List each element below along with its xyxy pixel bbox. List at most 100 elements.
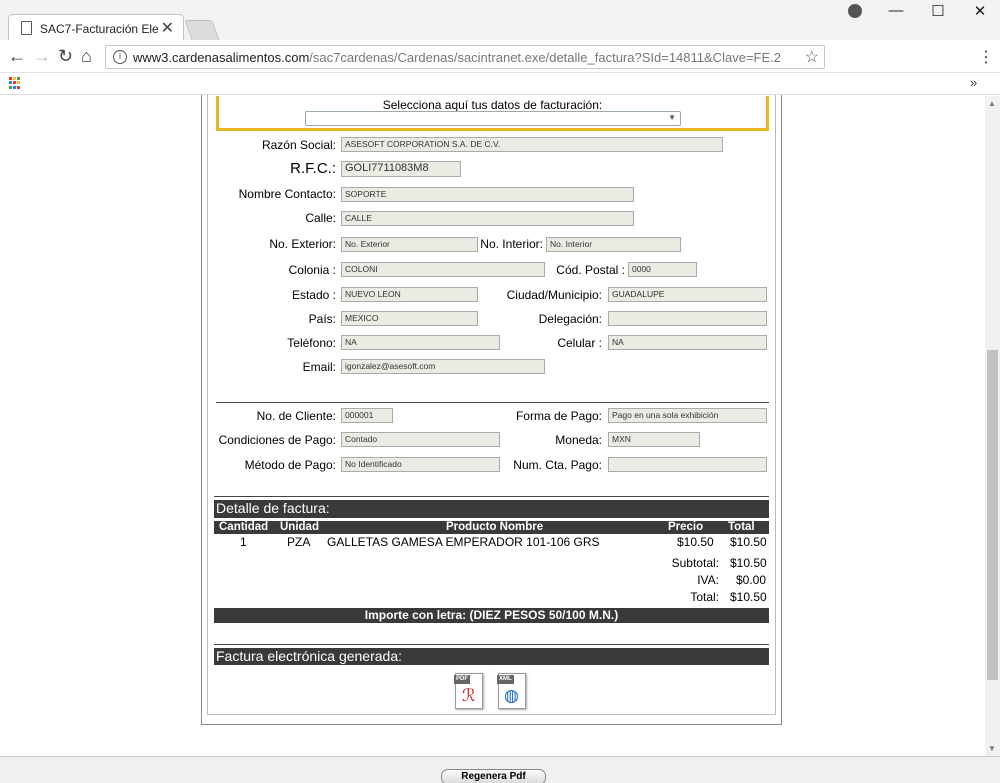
- razon-social-field[interactable]: ASESOFT CORPORATION S.A. DE C.V.: [341, 137, 723, 152]
- pais-label: País:: [308, 312, 336, 326]
- metodo-pago-field[interactable]: No Identificado: [341, 457, 500, 472]
- apps-dot: [17, 85, 20, 89]
- row-total: $10.50: [730, 535, 767, 549]
- forward-icon[interactable]: →: [33, 46, 51, 67]
- pais-field[interactable]: MEXICO: [341, 311, 478, 326]
- address-bar[interactable]: i www3.cardenasalimentos.com/sac7cardena…: [105, 45, 825, 69]
- metodo-pago-label: Método de Pago:: [244, 458, 336, 472]
- celular-field[interactable]: NA: [608, 335, 767, 350]
- total-label: Total:: [690, 590, 719, 604]
- scroll-down-icon[interactable]: ▼: [988, 744, 996, 753]
- forma-pago-field[interactable]: Pago en una sola exhibición: [608, 408, 767, 423]
- no-exterior-label: No. Exterior:: [269, 237, 336, 251]
- info-icon[interactable]: i: [113, 50, 127, 64]
- no-cliente-label: No. de Cliente:: [256, 409, 336, 423]
- bookmarks-overflow-icon[interactable]: »: [970, 75, 977, 90]
- telefono-field[interactable]: NA: [341, 335, 500, 350]
- no-interior-field[interactable]: No. Interior: [546, 237, 681, 252]
- razon-social-label: Razón Social:: [261, 138, 336, 152]
- close-window-button[interactable]: ✕: [960, 2, 1000, 20]
- iva-label: IVA:: [697, 573, 719, 587]
- back-icon[interactable]: ←: [8, 46, 26, 67]
- pdf-download-icon[interactable]: PDF ℛ: [454, 673, 483, 709]
- calle-label: Calle:: [305, 211, 336, 225]
- divider: [216, 402, 769, 403]
- celular-label: Celular :: [557, 336, 602, 350]
- globe-icon: ◍: [504, 686, 519, 705]
- estado-label: Estado :: [291, 288, 336, 302]
- browser-toolbar: ← → ↻ ⌂ i www3.cardenasalimentos.com/sac…: [0, 40, 1000, 73]
- xml-tag: XML: [497, 675, 514, 684]
- scroll-up-icon[interactable]: ▲: [988, 99, 996, 108]
- reload-icon[interactable]: ↻: [58, 46, 73, 67]
- delegacion-field[interactable]: [608, 311, 767, 326]
- apps-dot: [13, 81, 16, 85]
- email-field[interactable]: igonzalez@asesoft.com: [341, 359, 545, 374]
- tab-close-icon[interactable]: ✕: [161, 18, 174, 38]
- bookmarks-bar: »: [0, 73, 1000, 95]
- account-icon[interactable]: [848, 4, 862, 18]
- maximize-button[interactable]: ☐: [918, 2, 958, 20]
- page-scrollbar[interactable]: ▲ ▼: [985, 96, 1000, 756]
- no-exterior-field[interactable]: No. Exterior: [341, 237, 478, 252]
- col-cantidad: Cantidad: [219, 521, 269, 533]
- col-unidad: Unidad: [280, 521, 319, 533]
- col-total: Total: [728, 521, 755, 533]
- no-interior-label: No. Interior:: [480, 237, 543, 251]
- row-producto: GALLETAS GAMESA EMPERADOR 101-106 GRS: [327, 535, 600, 549]
- page-icon: [21, 21, 32, 35]
- footer-bar: Regenera Pdf: [0, 756, 1000, 783]
- url-text: www3.cardenasalimentos.com/sac7cardenas/…: [133, 50, 781, 65]
- row-cantidad: 1: [240, 535, 247, 549]
- divider: [214, 644, 769, 645]
- importe-con-letra: Importe con letra: (DIEZ PESOS 50/100 M.…: [214, 608, 769, 623]
- delegacion-label: Delegación:: [538, 312, 602, 326]
- new-tab-button[interactable]: [184, 20, 220, 40]
- title-bar: SAC7-Facturación Electrónica ✕ — ☐ ✕: [0, 0, 1000, 41]
- moneda-field[interactable]: MXN: [608, 432, 700, 447]
- regenera-pdf-button[interactable]: Regenera Pdf: [441, 769, 546, 783]
- colonia-field[interactable]: COLONI: [341, 262, 545, 277]
- factura-generada-title: Factura electrónica generada:: [214, 648, 769, 665]
- pdf-tag: PDF: [454, 675, 470, 684]
- detalle-table-header: Cantidad Unidad Producto Nombre Precio T…: [214, 521, 769, 534]
- divider: [214, 496, 769, 497]
- nombre-contacto-label: Nombre Contacto:: [238, 187, 336, 201]
- apps-dot: [17, 77, 20, 80]
- nombre-contacto-field[interactable]: SOPORTE: [341, 187, 634, 202]
- bookmark-star-icon[interactable]: ☆: [805, 47, 819, 67]
- billing-data-dropdown[interactable]: ▼: [305, 111, 681, 126]
- ciudad-field[interactable]: GUADALUPE: [608, 287, 767, 302]
- col-producto: Producto Nombre: [446, 521, 544, 533]
- apps-dot: [9, 77, 12, 80]
- num-cta-pago-label: Num. Cta. Pago:: [513, 458, 602, 472]
- forma-pago-label: Forma de Pago:: [515, 409, 602, 423]
- apps-dot: [13, 77, 16, 80]
- xml-download-icon[interactable]: XML ◍: [497, 673, 526, 709]
- scrollbar-thumb[interactable]: [987, 350, 998, 680]
- home-icon[interactable]: ⌂: [81, 46, 92, 67]
- cod-postal-field[interactable]: 0000: [628, 262, 697, 277]
- num-cta-pago-field[interactable]: [608, 457, 767, 472]
- no-cliente-field[interactable]: 000001: [341, 408, 393, 423]
- colonia-label: Colonia :: [288, 263, 336, 277]
- rfc-field[interactable]: GOLI7711083M8: [341, 161, 461, 177]
- apps-dot: [17, 81, 20, 85]
- cod-postal-label: Cód. Postal :: [556, 263, 625, 277]
- condiciones-pago-label: Condiciones de Pago:: [218, 433, 336, 447]
- subtotal-value: $10.50: [730, 556, 767, 570]
- billing-select-label: Selecciona aquí tus datos de facturación…: [382, 98, 603, 112]
- browser-tab[interactable]: SAC7-Facturación Electrónica ✕: [8, 14, 184, 41]
- calle-field[interactable]: CALLE: [341, 211, 634, 226]
- pdf-glyph-icon: ℛ: [462, 686, 476, 705]
- telefono-label: Teléfono:: [287, 336, 336, 350]
- minimize-button[interactable]: —: [876, 2, 916, 19]
- ciudad-label: Ciudad/Municipio:: [506, 288, 602, 302]
- apps-dot: [9, 81, 12, 85]
- browser-menu-icon[interactable]: ⋮: [978, 47, 994, 67]
- chevron-down-icon: ▼: [668, 113, 676, 122]
- apps-icon[interactable]: [9, 77, 21, 89]
- condiciones-pago-field[interactable]: Contado: [341, 432, 500, 447]
- billing-data-selector: Selecciona aquí tus datos de facturación…: [216, 96, 769, 131]
- estado-field[interactable]: NUEVO LEON: [341, 287, 478, 302]
